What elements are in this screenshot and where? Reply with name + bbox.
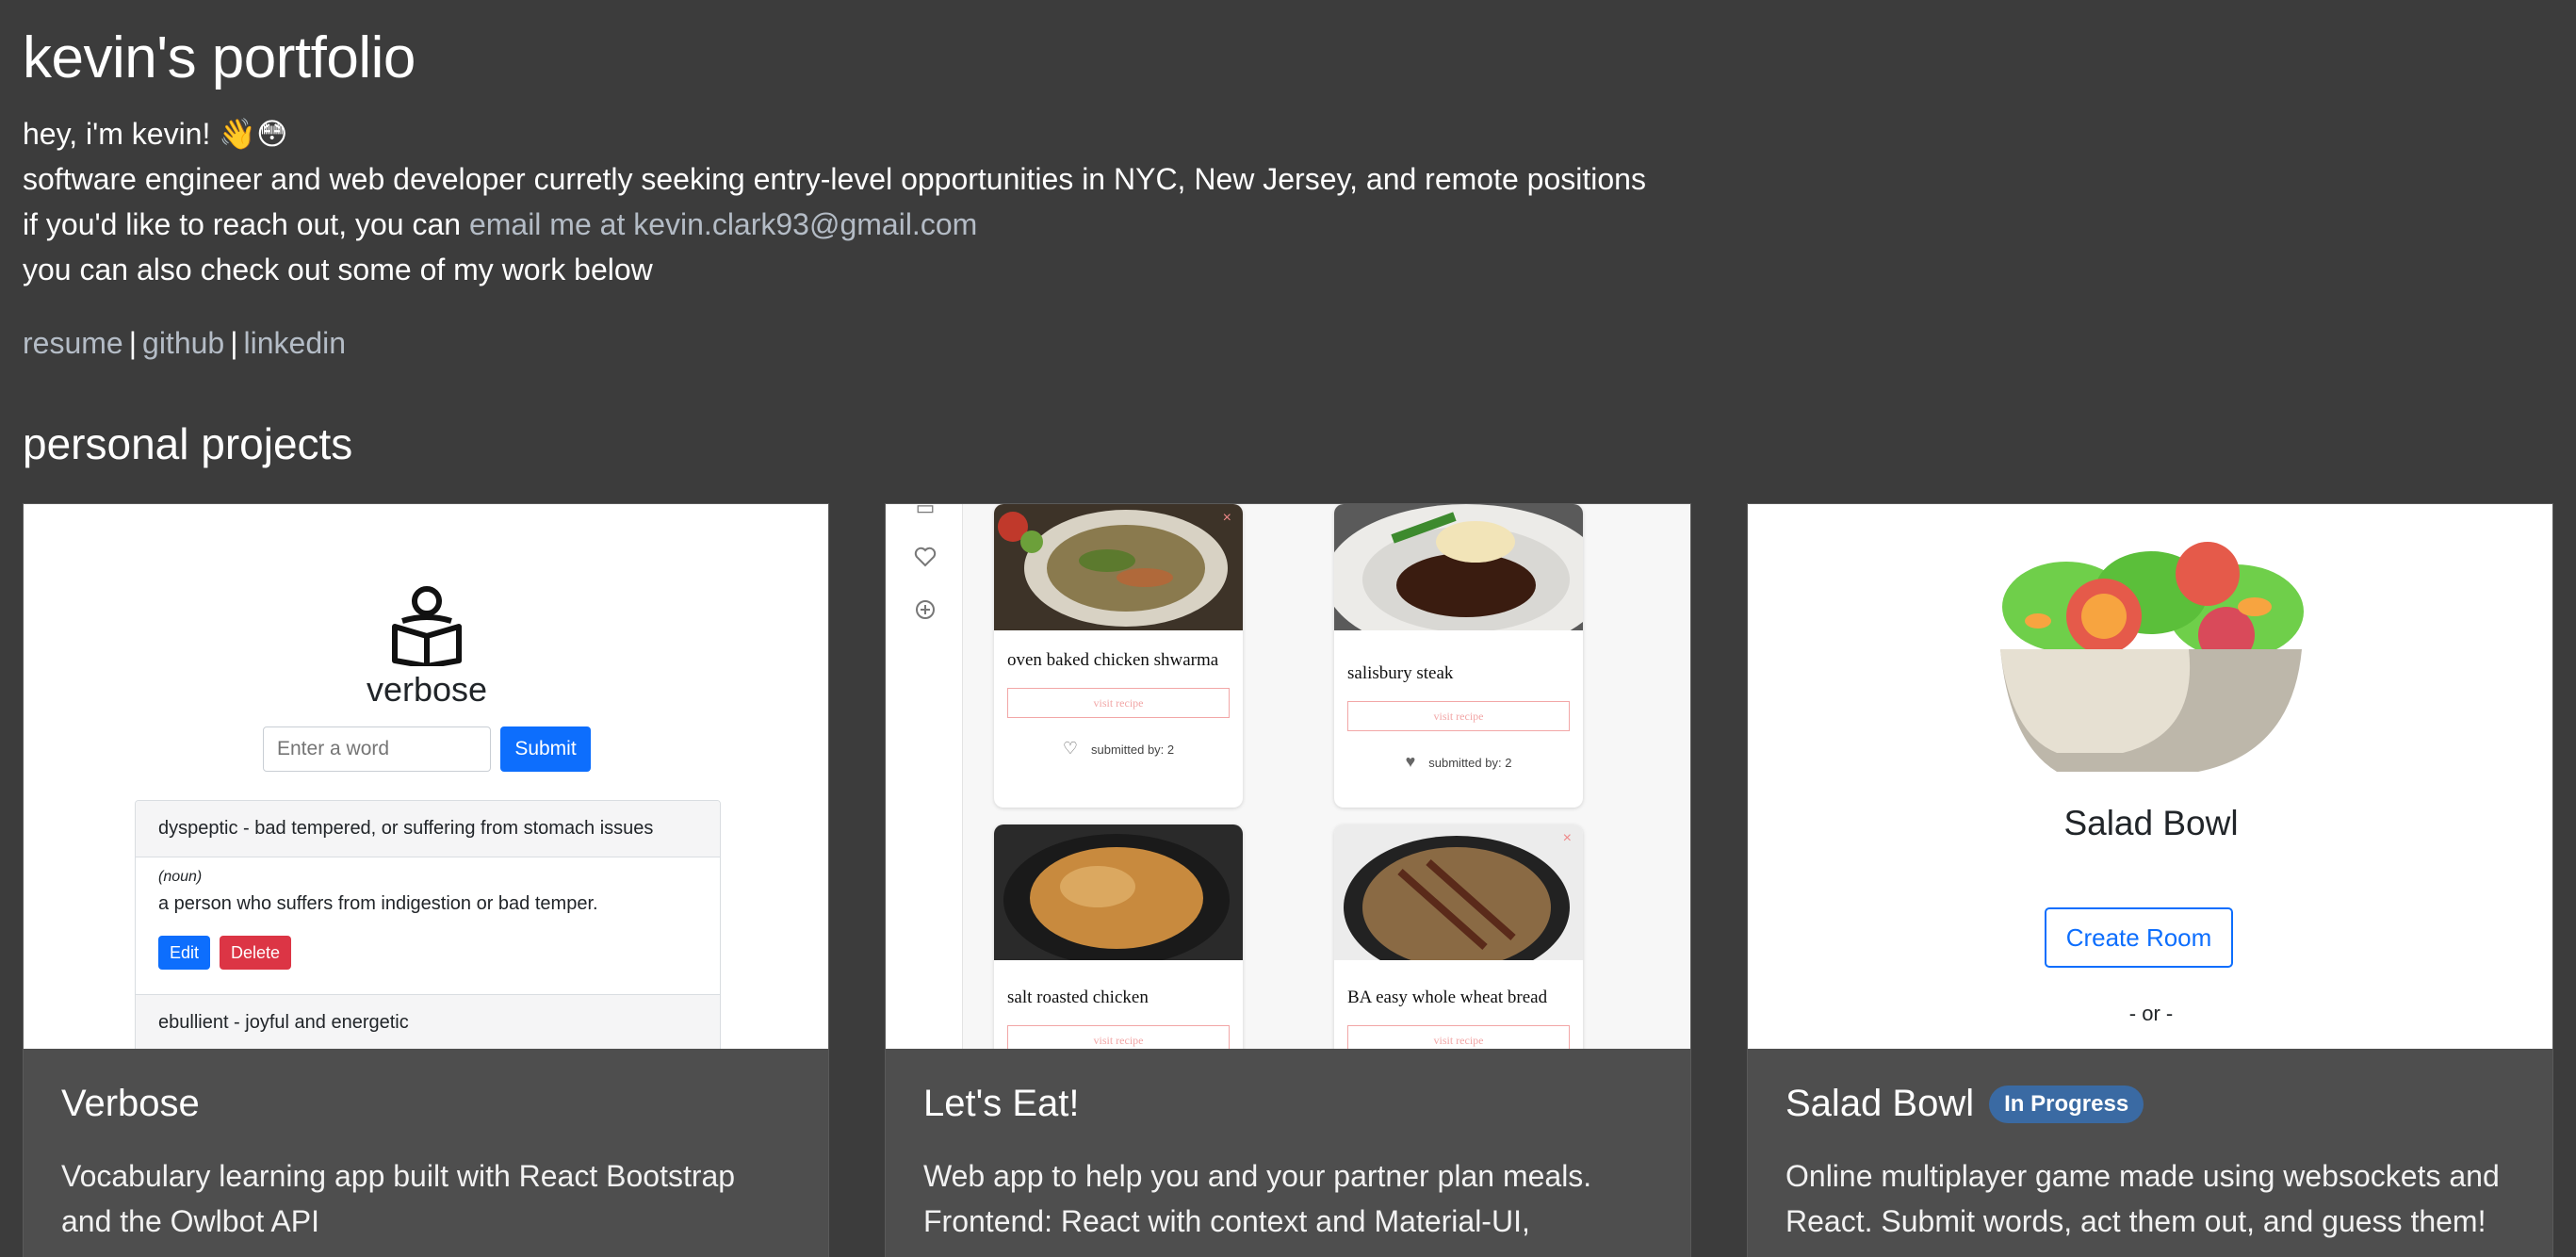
heart-outline-icon[interactable] [914, 546, 937, 568]
reach-out-prefix: if you'd like to reach out, you can [23, 207, 469, 241]
tagline: software engineer and web developer curr… [23, 162, 1646, 196]
project-title-text: Verbose [61, 1083, 200, 1124]
recipe-name: oven baked chicken shwarma [1007, 650, 1219, 670]
recipe-grid: × oven baked chicken shwarma visit recip… [963, 504, 1690, 1049]
delete-button[interactable]: Delete [220, 936, 292, 970]
recipe-card[interactable]: salisbury steak visit recipe ♥ submitted … [1334, 504, 1583, 808]
submitted-by-text: submitted by: 2 [1428, 756, 1512, 770]
github-link[interactable]: github [142, 326, 224, 360]
link-separator: | [128, 326, 138, 360]
word-list: dyspeptic - bad tempered, or suffering f… [135, 800, 721, 1049]
project-description: Online multiplayer game made using webso… [1785, 1159, 2500, 1238]
profile-links: resume | github | linkedin [23, 320, 346, 366]
create-room-button[interactable]: Create Room [2045, 907, 2233, 968]
project-card-lets-eat[interactable]: ▭ × oven baked chicken shwarma visit rec… [885, 503, 1691, 1257]
project-card-body: Let's Eat! Web app to help you and your … [886, 1049, 1690, 1244]
menu-icon[interactable]: ▭ [914, 504, 937, 519]
edit-button[interactable]: Edit [158, 936, 211, 970]
salad-bowl-icon [2000, 542, 2304, 772]
project-card-salad-bowl[interactable]: Salad Bowl Create Room - or - Salad Bowl… [1747, 503, 2553, 1257]
submitted-by: ♥ submitted by: 2 [1334, 752, 1583, 772]
project-title-text: Let's Eat! [923, 1083, 1080, 1124]
recipe-name: salt roasted chicken [1007, 988, 1149, 1007]
chicken-shwarma-photo [994, 504, 1243, 630]
project-description: Vocabulary learning app built with React… [61, 1159, 736, 1238]
resume-link[interactable]: resume [23, 326, 123, 360]
reader-icon [392, 586, 462, 666]
recipe-name: salisbury steak [1347, 663, 1454, 683]
visit-recipe-button[interactable]: visit recipe [1347, 701, 1570, 731]
link-separator: | [230, 326, 238, 360]
greeting: hey, i'm kevin! 👋😳 [23, 117, 288, 151]
wheat-bread-photo [1334, 824, 1583, 979]
salisbury-steak-photo [1334, 504, 1583, 655]
intro: hey, i'm kevin! 👋😳 software engineer and… [23, 111, 1646, 292]
close-icon[interactable]: × [1563, 830, 1572, 847]
list-item-header[interactable]: ebullient - joyful and energetic [136, 995, 720, 1049]
add-circle-icon[interactable] [914, 598, 937, 621]
project-screenshot: verbose Submit dyspeptic - bad tempered,… [24, 504, 828, 1049]
email-link[interactable]: email me at kevin.clark93@gmail.com [469, 207, 977, 241]
project-title: Salad Bowl In Progress [1785, 1083, 2517, 1125]
section-title: personal projects [23, 419, 353, 468]
page-title: kevin's portfolio [23, 25, 416, 90]
recipe-card[interactable]: × BA easy whole wheat bread visit recipe [1334, 824, 1583, 1049]
part-of-speech: (noun) [158, 869, 203, 885]
status-badge: In Progress [1989, 1085, 2144, 1123]
heart-outline-icon[interactable]: ♡ [1063, 739, 1078, 758]
recipe-card[interactable]: × oven baked chicken shwarma visit recip… [994, 504, 1243, 808]
visit-recipe-button[interactable]: visit recipe [1007, 688, 1230, 718]
visit-recipe-button[interactable]: visit recipe [1007, 1025, 1230, 1049]
definition: a person who suffers from indigestion or… [158, 893, 598, 914]
close-icon[interactable]: × [1223, 510, 1231, 527]
project-card-verbose[interactable]: verbose Submit dyspeptic - bad tempered,… [23, 503, 829, 1257]
project-screenshot: ▭ × oven baked chicken shwarma visit rec… [886, 504, 1690, 1049]
app-name: Salad Bowl [2063, 804, 2239, 842]
heart-filled-icon[interactable]: ♥ [1406, 752, 1416, 771]
linkedin-link[interactable]: linkedin [244, 326, 347, 360]
app-name: verbose [366, 670, 488, 709]
project-description: Web app to help you and your partner pla… [923, 1159, 1592, 1238]
project-screenshot: Salad Bowl Create Room - or - [1748, 504, 2552, 1049]
list-item-body: (noun) a person who suffers from indiges… [136, 857, 720, 995]
submitted-by: ♡ submitted by: 2 [994, 739, 1243, 759]
or-divider: - or - [2128, 1002, 2174, 1025]
work-line: you can also check out some of my work b… [23, 253, 653, 286]
list-item-header[interactable]: dyspeptic - bad tempered, or suffering f… [136, 801, 720, 857]
project-title: Verbose [61, 1083, 792, 1125]
reach-out-line: if you'd like to reach out, you can emai… [23, 202, 1646, 247]
project-card-body: Verbose Vocabulary learning app built wi… [24, 1049, 828, 1244]
word-input[interactable] [263, 726, 491, 772]
recipe-name: BA easy whole wheat bread [1347, 988, 1548, 1007]
app-sidebar: ▭ [886, 504, 963, 1049]
visit-recipe-button[interactable]: visit recipe [1347, 1025, 1570, 1049]
roasted-chicken-photo [994, 824, 1243, 966]
recipe-card[interactable]: salt roasted chicken visit recipe [994, 824, 1243, 1049]
submit-button[interactable]: Submit [500, 726, 591, 772]
submitted-by-text: submitted by: 2 [1090, 743, 1175, 757]
project-title: Let's Eat! [923, 1083, 1655, 1125]
project-card-body: Salad Bowl In Progress Online multiplaye… [1748, 1049, 2552, 1244]
project-title-text: Salad Bowl [1785, 1083, 1975, 1124]
